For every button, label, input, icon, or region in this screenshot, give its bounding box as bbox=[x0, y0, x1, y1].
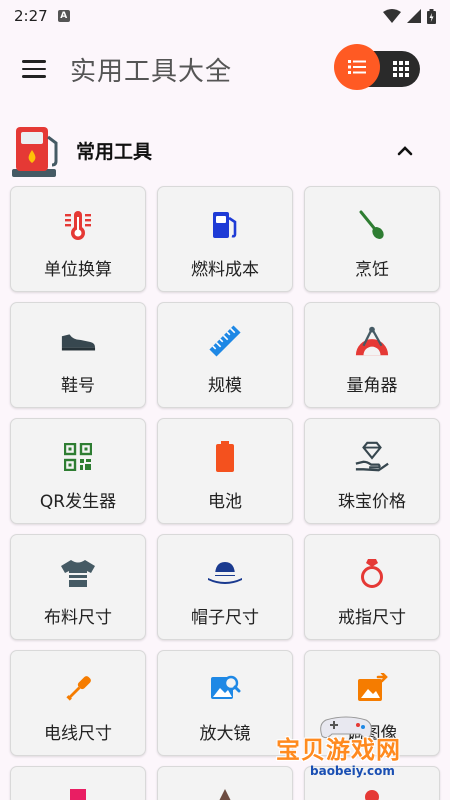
section-title: 常用工具 bbox=[76, 140, 153, 163]
battery-tool-icon bbox=[216, 441, 234, 472]
tool-label: 珠宝价格 bbox=[338, 492, 406, 512]
screwdriver-icon bbox=[66, 676, 91, 701]
menu-icon-line bbox=[22, 67, 46, 71]
tool-icon bbox=[70, 789, 86, 800]
tool-label: 单位换算 bbox=[44, 260, 112, 280]
tool-qr-generator[interactable]: QR发生器 bbox=[10, 418, 146, 524]
tool-wire-size[interactable]: 电线尺寸 bbox=[10, 650, 146, 756]
tool-label: 鞋号 bbox=[61, 376, 95, 396]
tool-icon bbox=[365, 790, 379, 800]
grid-view-button[interactable] bbox=[390, 58, 412, 80]
grid-icon bbox=[393, 61, 409, 77]
list-view-button[interactable] bbox=[334, 44, 380, 90]
tool-label: 电池 bbox=[208, 492, 242, 512]
shoe-icon bbox=[61, 334, 96, 351]
notification-a-icon: A bbox=[57, 10, 70, 22]
tool-grid: 单位换算 燃料成本 烹饪 鞋号 规模 量角器 QR发生器 电池 珠宝价格 布料尺… bbox=[10, 186, 440, 800]
battery-icon bbox=[427, 8, 436, 24]
menu-icon-line bbox=[22, 75, 46, 78]
tool-label: 规模 bbox=[208, 376, 242, 396]
tool-label: 放大镜 bbox=[199, 724, 251, 744]
tool-magnifier[interactable]: 放大镜 bbox=[157, 650, 293, 756]
tool-partial-1[interactable] bbox=[10, 766, 146, 800]
tool-fuel-cost[interactable]: 燃料成本 bbox=[157, 186, 293, 292]
tool-cooking[interactable]: 烹饪 bbox=[304, 186, 440, 292]
tool-hat-size[interactable]: 帽子尺寸 bbox=[157, 534, 293, 640]
page-title: 实用工具大全 bbox=[70, 56, 233, 87]
tool-scale[interactable]: 规模 bbox=[157, 302, 293, 408]
tool-adjust-image[interactable]: 调图像 bbox=[304, 650, 440, 756]
tool-label: 电线尺寸 bbox=[44, 724, 112, 744]
status-icons bbox=[383, 8, 436, 24]
image-export-icon bbox=[358, 673, 388, 701]
tool-unit-conversion[interactable]: 单位换算 bbox=[10, 186, 146, 292]
gas-pump-icon bbox=[213, 212, 237, 238]
shirt-icon bbox=[61, 560, 95, 587]
qr-code-icon bbox=[64, 443, 92, 471]
ruler-icon bbox=[209, 325, 241, 357]
tool-jewelry-price[interactable]: 珠宝价格 bbox=[304, 418, 440, 524]
tool-ring-size[interactable]: 戒指尺寸 bbox=[304, 534, 440, 640]
hat-icon bbox=[208, 562, 242, 584]
tool-label: 量角器 bbox=[346, 376, 398, 396]
tool-fabric-size[interactable]: 布料尺寸 bbox=[10, 534, 146, 640]
list-icon bbox=[348, 60, 366, 74]
chevron-up-icon[interactable] bbox=[394, 140, 416, 162]
ring-icon bbox=[361, 559, 383, 588]
tool-battery[interactable]: 电池 bbox=[157, 418, 293, 524]
tool-label: 烹饪 bbox=[355, 260, 389, 280]
tool-shoe-size[interactable]: 鞋号 bbox=[10, 302, 146, 408]
tool-partial-3[interactable] bbox=[304, 766, 440, 800]
tool-protractor[interactable]: 量角器 bbox=[304, 302, 440, 408]
diamond-hand-icon bbox=[355, 441, 389, 472]
menu-icon bbox=[22, 60, 46, 63]
image-search-icon bbox=[211, 675, 241, 699]
status-bar: 2:27 A bbox=[0, 0, 450, 32]
protractor-icon bbox=[355, 326, 389, 356]
status-time: 2:27 bbox=[14, 7, 48, 25]
tool-icon bbox=[219, 789, 231, 800]
thermometer-icon bbox=[65, 211, 91, 240]
tool-label: QR发生器 bbox=[39, 492, 117, 512]
menu-button[interactable] bbox=[22, 56, 48, 82]
tool-label: 燃料成本 bbox=[191, 260, 259, 280]
tool-label: 调图像 bbox=[346, 724, 398, 744]
fuel-station-icon bbox=[12, 127, 58, 177]
tool-partial-2[interactable] bbox=[157, 766, 293, 800]
section-header[interactable]: 常用工具 bbox=[0, 120, 450, 180]
tool-label: 帽子尺寸 bbox=[191, 608, 259, 628]
tool-label: 戒指尺寸 bbox=[338, 608, 406, 628]
tool-label: 布料尺寸 bbox=[44, 608, 112, 628]
view-toggle[interactable] bbox=[334, 44, 420, 90]
spatula-icon bbox=[359, 210, 384, 239]
signal-icon bbox=[407, 9, 421, 23]
wifi-icon bbox=[383, 9, 401, 23]
app-bar: 实用工具大全 bbox=[0, 40, 450, 98]
